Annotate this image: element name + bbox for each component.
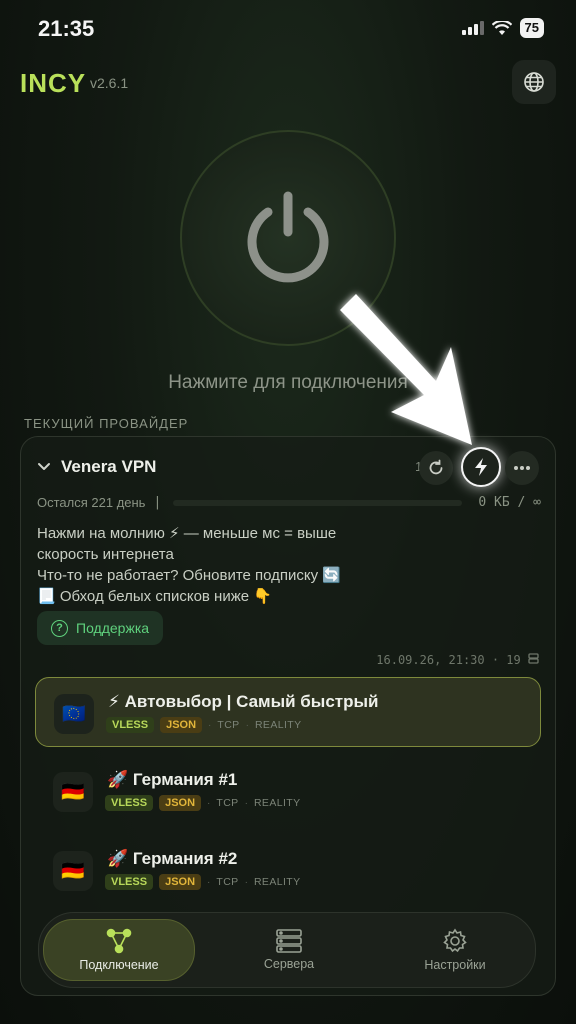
wifi-icon: [491, 20, 512, 35]
transport-tag: TCP: [216, 797, 239, 809]
help-icon: ?: [51, 619, 68, 637]
bottom-nav: Подключение Сервера Настройки: [38, 912, 536, 988]
status-bar: 21:35 75: [0, 0, 576, 56]
security-tag: REALITY: [253, 876, 301, 888]
power-button[interactable]: [180, 130, 396, 346]
update-meta: 16.09.26, 21:30 · 19: [376, 653, 539, 667]
server-tags: VLESS JSON · TCP · REALITY: [105, 874, 301, 890]
server-item[interactable]: 🇩🇪 🚀 Германия #2 VLESS JSON · TCP · REAL…: [35, 835, 541, 905]
language-button[interactable]: [512, 60, 556, 104]
description-line: скорость интернета: [37, 546, 174, 563]
refresh-button[interactable]: [419, 451, 453, 485]
signal-icon: [461, 21, 484, 35]
app-logo: INCY: [20, 68, 87, 98]
provider-header[interactable]: Venera VPN: [37, 457, 156, 477]
globe-icon: [524, 72, 544, 92]
description-line: Нажми на молнию ⚡ — меньше мс = выше: [37, 525, 337, 542]
servers-icon: [276, 929, 302, 953]
description-line: Что-то не работает? Обновите подписку 🔄: [37, 567, 342, 584]
nav-label: Настройки: [424, 958, 486, 972]
traffic-bar: [173, 499, 463, 506]
protocol-tag: VLESS: [106, 717, 155, 733]
power-icon: [247, 191, 329, 283]
format-tag: JSON: [160, 717, 203, 733]
format-tag: JSON: [159, 874, 202, 890]
server-name: 🚀 Германия #1: [107, 770, 238, 789]
support-button[interactable]: ? Поддержка: [37, 611, 164, 645]
days-separator: |: [153, 495, 162, 510]
transport-tag: TCP: [216, 876, 239, 888]
provider-name: Venera VPN: [61, 457, 157, 476]
power-hint: Нажмите для подключения: [168, 372, 408, 393]
days-left: Остался 221 день: [37, 495, 146, 510]
tag-separator: ·: [207, 797, 211, 809]
server-name: 🚀 Германия #2: [107, 849, 238, 868]
status-icons: 75: [461, 18, 544, 38]
ping-test-button[interactable]: [461, 447, 501, 487]
update-timestamp: 16.09.26, 21:30 · 19: [376, 653, 521, 667]
refresh-icon: [429, 459, 443, 475]
description-line: 📃 Обход белых списков ниже 👇: [37, 588, 272, 605]
protocol-tag: VLESS: [105, 874, 154, 890]
nav-label: Подключение: [79, 958, 159, 972]
nav-label: Сервера: [263, 957, 315, 971]
server-count-icon: [528, 653, 539, 664]
connection-icon: [106, 928, 132, 954]
tag-separator: ·: [208, 719, 212, 731]
tag-separator: ·: [245, 719, 249, 731]
server-item[interactable]: 🇪🇺 ⚡ Автовыбор | Самый быстрый VLESS JSO…: [35, 677, 541, 747]
server-item[interactable]: 🇩🇪 🚀 Германия #1 VLESS JSON · TCP · REAL…: [35, 756, 541, 826]
protocol-tag: VLESS: [105, 795, 154, 811]
lightning-icon: [475, 458, 487, 476]
nav-settings[interactable]: Настройки: [379, 919, 531, 981]
server-name: ⚡ Автовыбор | Самый быстрый: [108, 692, 379, 711]
nav-servers[interactable]: Сервера: [213, 919, 365, 981]
battery-indicator: 75: [519, 18, 544, 38]
server-tags: VLESS JSON · TCP · REALITY: [105, 795, 301, 811]
subscription-row: Остался 221 день | 0 КБ / ∞: [37, 495, 541, 510]
more-icon: [514, 466, 530, 470]
chevron-down-icon[interactable]: [37, 462, 51, 472]
format-tag: JSON: [159, 795, 202, 811]
server-tags: VLESS JSON · TCP · REALITY: [106, 717, 302, 733]
security-tag: REALITY: [253, 797, 301, 809]
section-label: ТЕКУЩИЙ ПРОВАЙДЕР: [24, 416, 189, 431]
traffic-value: 0 КБ / ∞: [478, 495, 541, 510]
provider-description: Нажми на молнию ⚡ — меньше мс = выше ско…: [37, 523, 537, 607]
transport-tag: TCP: [217, 719, 240, 731]
app-version: v2.6.1: [90, 75, 129, 91]
flag-icon: 🇩🇪: [53, 772, 93, 812]
more-button[interactable]: [505, 451, 539, 485]
tag-separator: ·: [207, 876, 211, 888]
security-tag: REALITY: [254, 719, 302, 731]
tag-separator: ·: [244, 876, 248, 888]
flag-icon: 🇩🇪: [53, 851, 93, 891]
status-time: 21:35: [38, 16, 95, 41]
nav-connection[interactable]: Подключение: [43, 919, 195, 981]
support-label: Поддержка: [76, 620, 150, 636]
gear-icon: [443, 928, 467, 953]
tag-separator: ·: [244, 797, 248, 809]
flag-icon: 🇪🇺: [54, 694, 94, 734]
